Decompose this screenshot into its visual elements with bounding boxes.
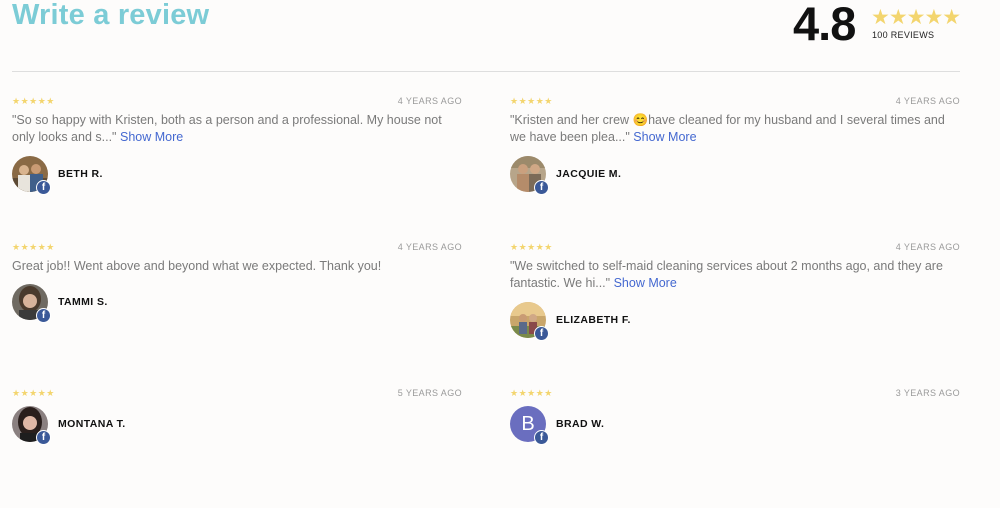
author-name: ELIZABETH F. [556,314,631,326]
review-card: ★★★★★ 3 YEARS AGO B f BRAD W. [510,388,960,508]
review-date: 4 YEARS AGO [397,242,462,252]
review-body: "So so happy with Kristen, both as a per… [12,113,442,144]
facebook-icon: f [534,326,549,341]
review-card: ★★★★★ 4 YEARS AGO "Kristen and her crew … [510,96,960,216]
facebook-icon: f [36,308,51,323]
review-stars-icon: ★★★★★ [510,242,553,252]
review-text: Great job!! Went above and beyond what w… [12,258,462,275]
avatar[interactable]: f [12,406,51,445]
facebook-icon: f [534,180,549,195]
author-name: BETH R. [58,168,103,180]
write-review-link[interactable]: Write a review [12,0,209,32]
review-stars-icon: ★★★★★ [12,242,55,252]
review-stars-icon: ★★★★★ [12,388,55,398]
review-date: 5 YEARS AGO [397,388,462,398]
review-count: 100 REVIEWS [872,30,935,40]
review-body: Great job!! Went above and beyond what w… [12,259,382,273]
review-card: ★★★★★ 4 YEARS AGO "We switched to self-m… [510,242,960,362]
review-card: ★★★★★ 4 YEARS AGO "So so happy with Kris… [12,96,462,216]
facebook-icon: f [534,430,549,445]
review-stars-icon: ★★★★★ [510,96,553,106]
facebook-icon: f [36,430,51,445]
review-date: 4 YEARS AGO [895,96,960,106]
show-more-link[interactable]: Show More [633,130,696,144]
review-text: "So so happy with Kristen, both as a per… [12,112,462,146]
review-author: f JACQUIE M. [510,156,810,195]
review-stars-icon: ★★★★★ [12,96,55,106]
review-author: f ELIZABETH F. [510,302,810,341]
show-more-link[interactable]: Show More [614,276,677,290]
average-rating: 4.8 [793,0,856,50]
avatar[interactable]: B f [510,406,549,445]
review-body: "We switched to self-maid cleaning servi… [510,259,943,290]
avatar[interactable]: f [510,302,549,341]
review-text: "We switched to self-maid cleaning servi… [510,258,960,292]
author-name: JACQUIE M. [556,168,622,180]
divider [12,71,960,72]
review-text: "Kristen and her crew 😊have cleaned for … [510,112,960,146]
review-body: "Kristen and her crew 😊have cleaned for … [510,113,945,144]
review-author: f BETH R. [12,156,312,195]
review-date: 3 YEARS AGO [895,388,960,398]
author-name: TAMMI S. [58,296,108,308]
review-author: f MONTANA T. [12,406,312,445]
average-stars-icon: ★★★★★ [871,6,961,29]
review-author: B f BRAD W. [510,406,810,445]
facebook-icon: f [36,180,51,195]
review-date: 4 YEARS AGO [397,96,462,106]
review-date: 4 YEARS AGO [895,242,960,252]
avatar-initial: B [521,413,535,435]
avatar[interactable]: f [12,284,51,323]
avatar[interactable]: f [12,156,51,195]
review-author: f TAMMI S. [12,284,312,323]
review-stars-icon: ★★★★★ [510,388,553,398]
author-name: MONTANA T. [58,418,126,430]
author-name: BRAD W. [556,418,605,430]
avatar[interactable]: f [510,156,549,195]
review-card: ★★★★★ 4 YEARS AGO Great job!! Went above… [12,242,462,362]
show-more-link[interactable]: Show More [120,130,183,144]
review-card: ★★★★★ 5 YEARS AGO f MONTANA T. [12,388,462,508]
